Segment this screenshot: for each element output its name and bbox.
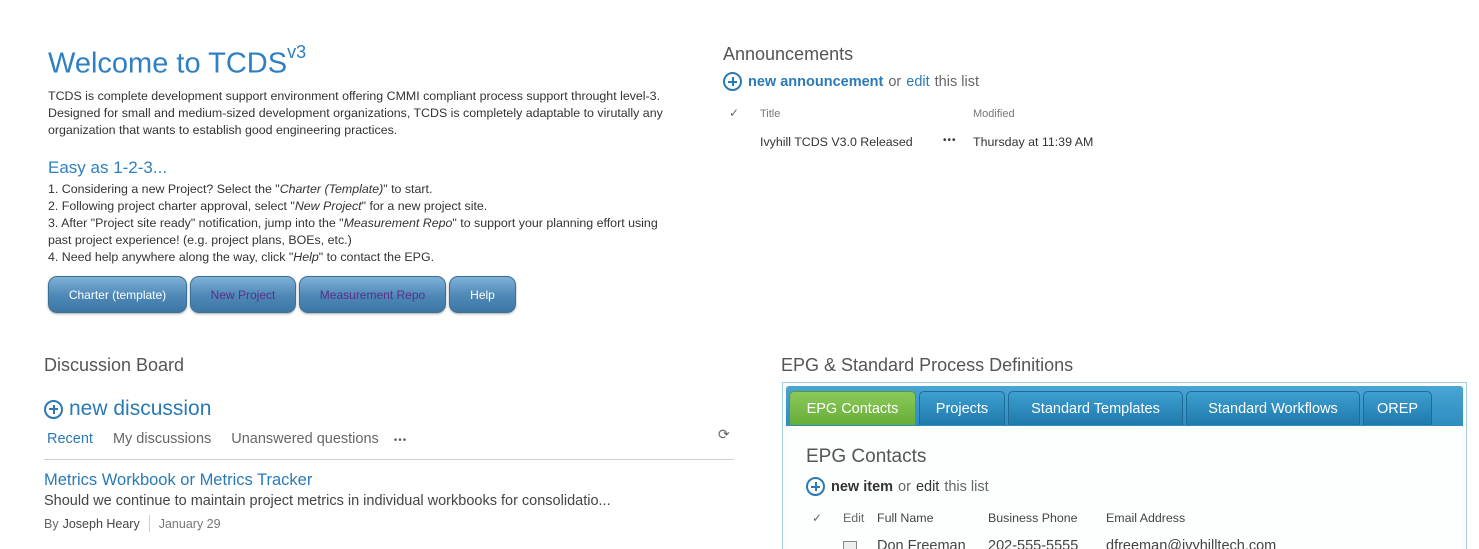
refresh-icon[interactable]: ⟳ — [718, 426, 730, 443]
step-line: 4. Need help anywhere along the way, cli… — [48, 250, 435, 264]
new-item-row: new item or edit this list — [806, 477, 989, 496]
epg-contacts-title: EPG Contacts — [806, 446, 927, 467]
post-meta: By Joseph Heary January 29 — [44, 515, 221, 532]
meta-divider — [148, 515, 150, 532]
tab-unanswered-questions[interactable]: Unanswered questions — [231, 431, 379, 447]
epg-tab-bar: EPG Contacts Projects Standard Templates… — [786, 386, 1463, 426]
announcement-modified: Thursday at 11:39 AM — [973, 135, 1094, 149]
add-icon[interactable] — [44, 399, 63, 419]
col-edit-header: Edit — [843, 511, 865, 525]
col-modified-header[interactable]: Modified — [973, 108, 1015, 120]
select-all-check-icon[interactable]: ✓ — [729, 106, 739, 120]
quick-buttons: Charter (template) New Project Measureme… — [48, 276, 516, 313]
step-line: past project experience! (e.g. project p… — [48, 233, 352, 247]
announcement-title-link[interactable]: Ivyhill TCDS V3.0 Released — [760, 135, 913, 149]
tab-standard-workflows[interactable]: Standard Workflows — [1186, 391, 1360, 425]
contact-phone: 202-555-5555 — [988, 538, 1079, 549]
measurement-repo-button[interactable]: Measurement Repo — [299, 276, 446, 313]
tab-epg-contacts[interactable]: EPG Contacts — [789, 391, 916, 425]
edit-item-icon[interactable] — [843, 541, 857, 549]
or-text: or — [888, 73, 902, 90]
select-all-check-icon[interactable]: ✓ — [812, 511, 822, 525]
this-list-text: this list — [934, 73, 979, 90]
contact-email[interactable]: dfreeman@ivyhilltech.com — [1106, 538, 1276, 549]
post-author-link[interactable]: Joseph Heary — [63, 517, 140, 531]
tab-my-discussions[interactable]: My discussions — [113, 431, 211, 447]
col-business-phone-header[interactable]: Business Phone — [988, 511, 1078, 525]
this-list-text: this list — [944, 478, 989, 495]
col-full-name-header[interactable]: Full Name — [877, 511, 933, 525]
intro-text: TCDS is complete development support env… — [48, 89, 663, 137]
epg-section-title: EPG & Standard Process Definitions — [781, 355, 1074, 375]
add-icon[interactable] — [806, 477, 825, 496]
welcome-title: Welcome to TCDSv3 — [48, 42, 307, 80]
edit-list-link[interactable]: edit — [916, 479, 939, 495]
discussion-board-title: Discussion Board — [44, 355, 185, 375]
more-options-icon[interactable]: ••• — [394, 431, 408, 447]
discussion-divider — [44, 459, 734, 460]
new-item-link[interactable]: new item — [831, 479, 893, 495]
charter-template-button[interactable]: Charter (template) — [48, 276, 187, 313]
by-label: By — [44, 516, 59, 531]
or-text: or — [898, 478, 911, 495]
easy-title: Easy as 1-2-3... — [48, 158, 168, 177]
contact-name-link[interactable]: Don Freeman — [877, 538, 966, 549]
post-title-link[interactable]: Metrics Workbook or Metrics Tracker — [44, 471, 312, 490]
post-snippet: Should we continue to maintain project m… — [44, 493, 611, 509]
step-line: 3. After "Project site ready" notificati… — [48, 216, 658, 230]
tab-orep[interactable]: OREP — [1363, 391, 1432, 425]
new-project-button[interactable]: New Project — [190, 276, 296, 313]
tab-recent[interactable]: Recent — [47, 431, 93, 447]
col-title-header[interactable]: Title — [760, 108, 780, 120]
announcements-title: Announcements — [723, 44, 854, 64]
step-line: 1. Considering a new Project? Select the… — [48, 182, 433, 196]
tab-standard-templates[interactable]: Standard Templates — [1008, 391, 1183, 425]
new-discussion-row: new discussion — [44, 397, 211, 421]
new-announcement-link[interactable]: new announcement — [748, 74, 883, 90]
add-icon[interactable] — [723, 72, 742, 91]
tab-projects[interactable]: Projects — [919, 391, 1005, 425]
help-button[interactable]: Help — [449, 276, 516, 313]
edit-list-link[interactable]: edit — [906, 74, 929, 90]
post-date: January 29 — [158, 516, 221, 531]
new-discussion-link[interactable]: new discussion — [69, 397, 211, 421]
new-announcement-row: new announcement or edit this list — [723, 72, 979, 91]
col-email-header[interactable]: Email Address — [1106, 511, 1185, 525]
steps-list: 1. Considering a new Project? Select the… — [48, 181, 718, 266]
step-line: 2. Following project charter approval, s… — [48, 199, 488, 213]
item-menu-icon[interactable]: ••• — [943, 135, 957, 146]
discussion-tabs: Recent My discussions Unanswered questio… — [47, 431, 407, 447]
